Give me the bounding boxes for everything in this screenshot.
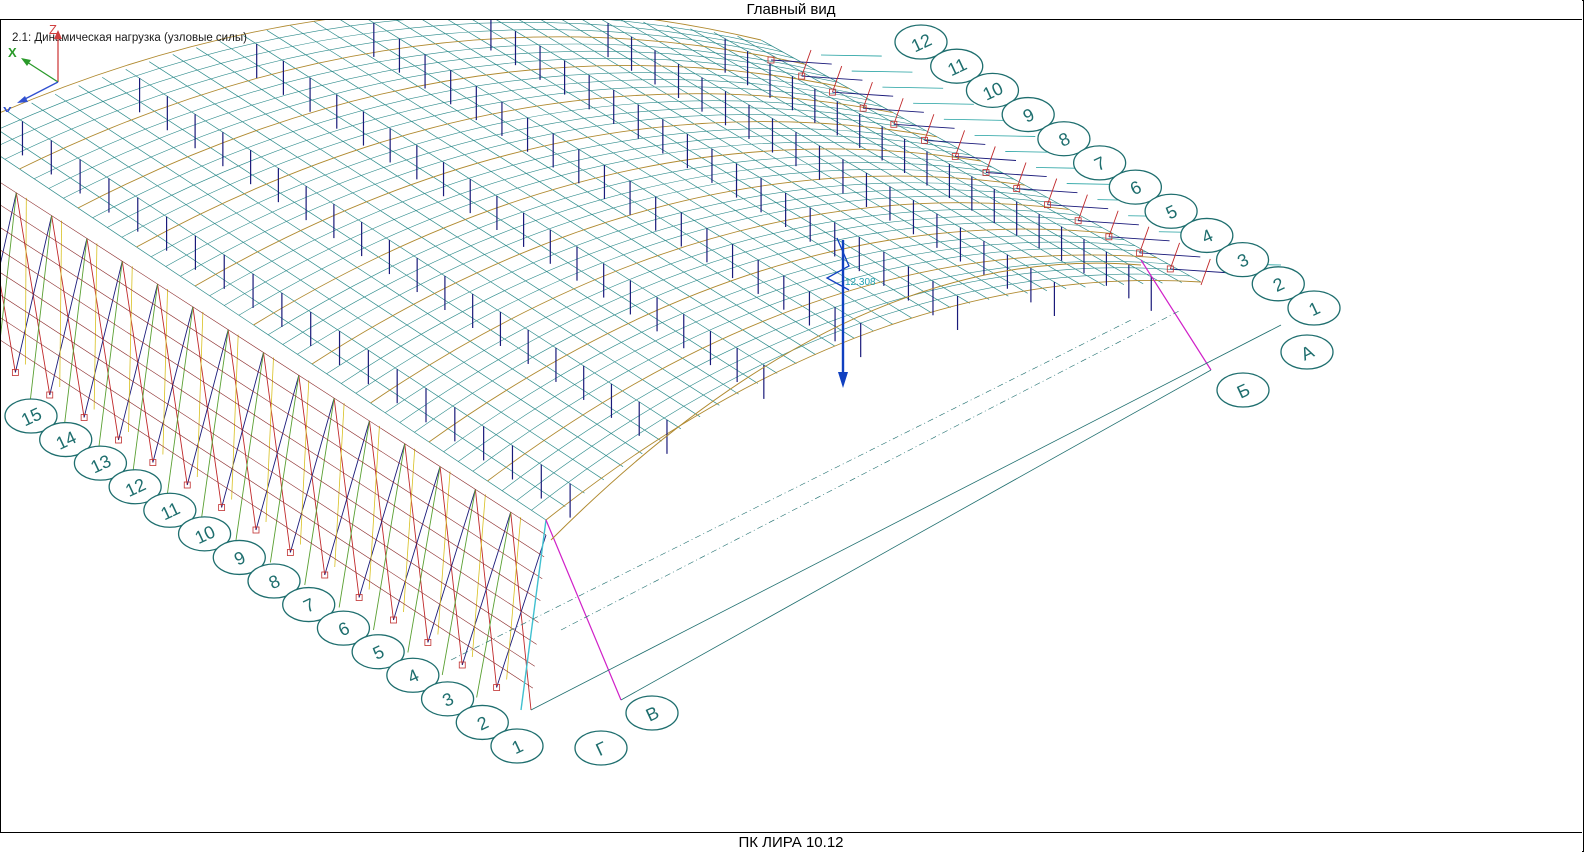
- brace: [863, 107, 924, 113]
- roof-purlin: [101, 76, 662, 442]
- grid-axis-bubble: В: [625, 695, 679, 731]
- brace: [1016, 188, 1078, 194]
- brace: [59, 220, 63, 388]
- brace: [1078, 220, 1139, 226]
- column: [29, 215, 53, 406]
- roof-purlin: [125, 68, 682, 430]
- brace: [924, 139, 986, 145]
- roof-arch: [384, 209, 1081, 413]
- roof-purlin: [266, 30, 797, 365]
- roof-purlin: [601, 20, 1067, 290]
- brace: [913, 102, 974, 105]
- structural-model-canvas[interactable]: 12.308151413121110987654321 ГВ12111098765…: [1, 20, 1583, 832]
- axis-x-label: X: [8, 45, 17, 60]
- roof-purlin: [78, 85, 643, 455]
- brace: [93, 243, 98, 410]
- column: [201, 329, 229, 518]
- grid-axis-bubble: Г: [574, 730, 628, 766]
- grid-axis-bubble: 1: [1287, 290, 1341, 326]
- girt: [1, 182, 547, 536]
- brace: [299, 380, 310, 545]
- roof-arch: [136, 93, 894, 248]
- axes-triad-icon: Z X Y: [3, 22, 62, 112]
- roof-arch: [458, 241, 1136, 462]
- column: [1, 192, 17, 336]
- gable-column: [520, 519, 547, 711]
- column: [373, 443, 406, 631]
- brace: [882, 86, 944, 89]
- dimension-line: [620, 369, 1212, 701]
- roof-purlin: [149, 61, 701, 418]
- brace: [162, 289, 168, 455]
- brace: [943, 118, 1005, 121]
- column: [63, 238, 88, 428]
- axis-y-label: Y: [3, 104, 12, 112]
- column: [235, 352, 264, 541]
- brace: [334, 403, 345, 568]
- grid-axis-bubble: 1: [490, 728, 544, 764]
- brace: [801, 75, 863, 81]
- gable-brace: [1140, 259, 1212, 371]
- gable-brace: [545, 519, 622, 701]
- dimension-line: [530, 324, 1282, 711]
- roof-purlin: [7, 111, 585, 494]
- roof-purlin: [31, 102, 604, 481]
- column: [132, 284, 159, 473]
- load-value-label: 12.308: [845, 277, 876, 288]
- grid-line: [560, 309, 1182, 631]
- roof-arch: [428, 228, 1114, 443]
- grid-line: [450, 319, 1132, 661]
- roof-arch: [501, 261, 1169, 491]
- brace: [24, 197, 27, 365]
- roof-purlin: [219, 41, 759, 384]
- brace: [368, 425, 380, 590]
- gable-arch: [550, 262, 1142, 541]
- brace: [820, 54, 882, 57]
- model-viewport[interactable]: 12.308 15 14 13 12 11 10 9 8 7 6 5 4 3 2 1 Г В 12 11 10 9 8 7 6 5…: [1, 20, 1583, 832]
- brace: [403, 448, 416, 613]
- roof-purlin: [172, 54, 720, 406]
- brace: [985, 172, 1047, 178]
- view-title: Главный вид: [0, 0, 1582, 20]
- column: [269, 375, 300, 563]
- brace: [851, 70, 913, 73]
- column: [166, 306, 194, 496]
- grid-axis-bubble: Б: [1216, 372, 1270, 408]
- roof-purlin: [496, 20, 971, 304]
- status-bar: ПК ЛИРА 10.12: [0, 832, 1582, 852]
- grid-axis-bubble: А: [1280, 334, 1334, 370]
- brace: [128, 266, 133, 433]
- roof-arch: [414, 222, 1103, 433]
- brace: [196, 311, 204, 478]
- roof-purlin: [54, 93, 624, 468]
- load-arrow-head: [838, 372, 848, 388]
- axis-z-label: Z: [49, 22, 57, 37]
- brace: [1139, 252, 1201, 258]
- roof-arch: [487, 254, 1158, 482]
- brace: [974, 134, 1036, 137]
- column: [98, 261, 123, 451]
- roof-arch: [516, 267, 1180, 501]
